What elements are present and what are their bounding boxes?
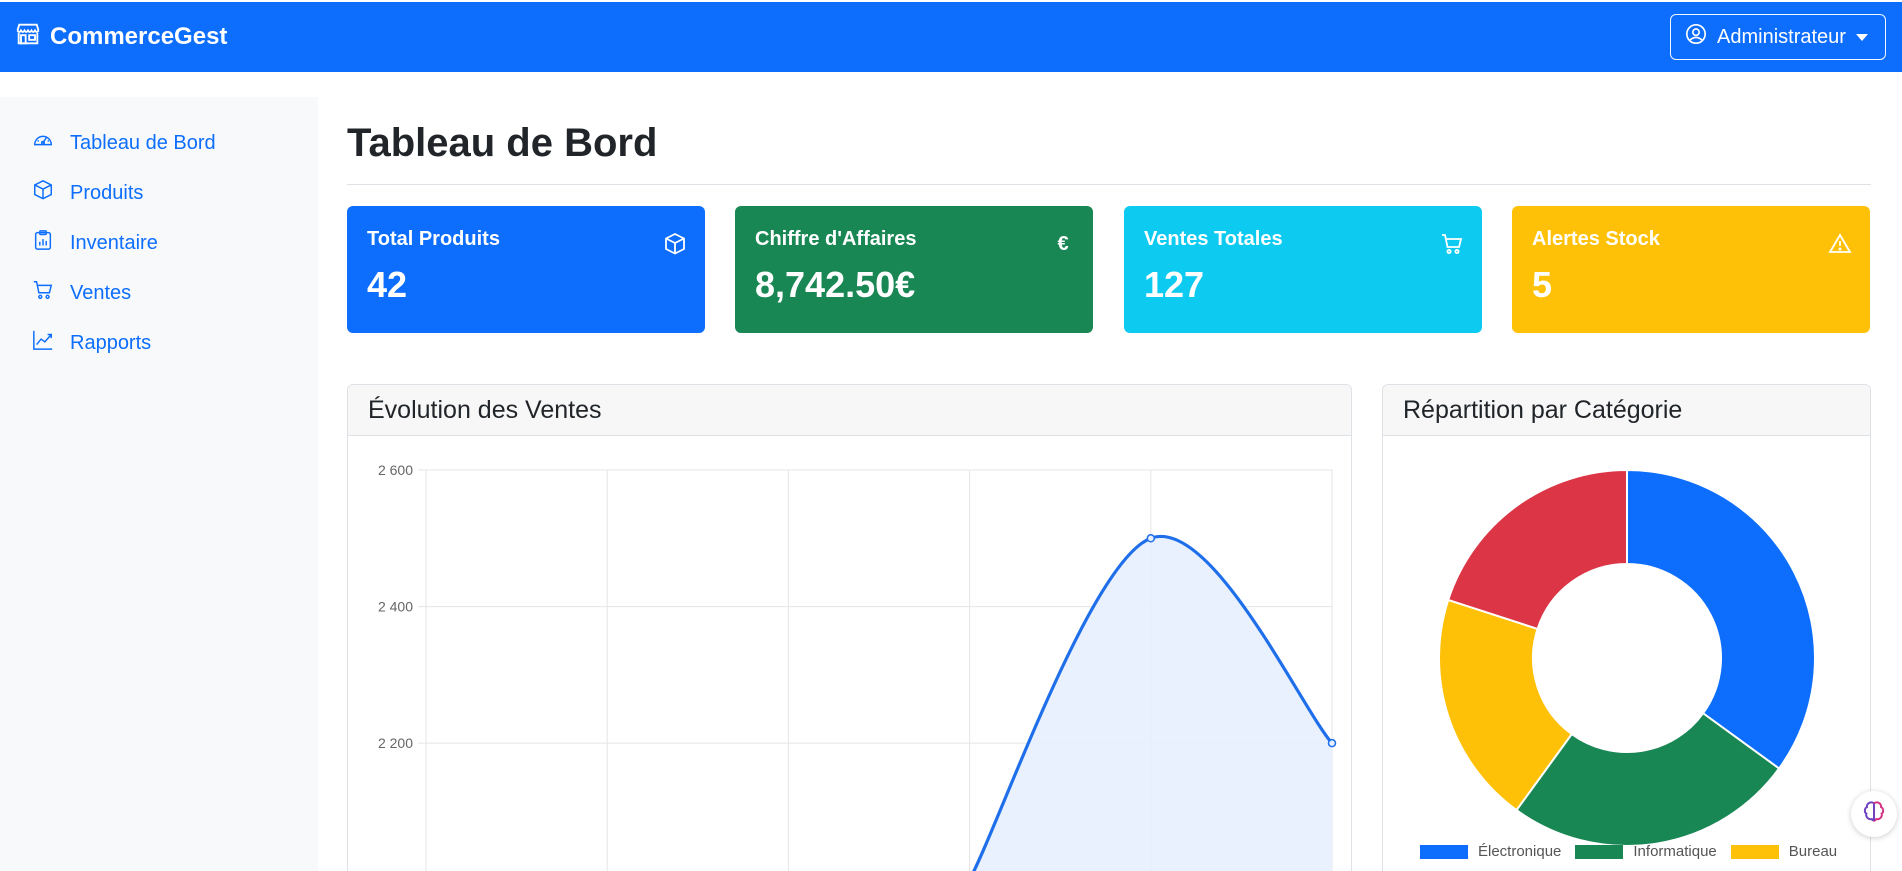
legend-swatch xyxy=(1730,844,1779,859)
y-tick-label: 2 600 xyxy=(378,462,413,478)
data-point xyxy=(1327,738,1337,748)
stat-card-stock-alerts: Alertes Stock 5 xyxy=(1512,206,1870,333)
box-icon xyxy=(32,179,70,207)
sidebar-item-dashboard[interactable]: Tableau de Bord xyxy=(32,128,216,158)
legend-swatch xyxy=(1420,844,1468,859)
title-divider xyxy=(347,184,1871,185)
donut-slice xyxy=(1626,468,1816,770)
y-tick-label: 2 400 xyxy=(378,599,413,615)
sales-chart-panel: Évolution des Ventes 2 0002 2002 4002 60… xyxy=(347,384,1352,871)
box-icon xyxy=(663,232,687,256)
sales-area-fill xyxy=(973,536,1332,871)
stat-label: Chiffre d'Affaires xyxy=(755,228,917,250)
y-tick-label: 2 200 xyxy=(378,735,413,751)
sidebar: Tableau de Bord Produits Inventaire Vent… xyxy=(0,97,318,871)
user-menu-button[interactable]: Administrateur xyxy=(1670,14,1886,60)
stat-card-sales: Ventes Totales 127 xyxy=(1124,206,1482,333)
brain-icon xyxy=(1861,799,1887,830)
legend-label: Informatique xyxy=(1633,843,1717,860)
stat-card-revenue: Chiffre d'Affaires 8,742.50€ € xyxy=(735,206,1093,333)
legend-item[interactable]: Électronique xyxy=(1420,843,1561,860)
page-title: Tableau de Bord xyxy=(347,121,658,165)
donut-slice xyxy=(1446,468,1628,631)
shop-icon xyxy=(14,20,50,55)
stat-label: Alertes Stock xyxy=(1532,228,1660,250)
stat-value: 42 xyxy=(367,264,408,305)
cart-icon xyxy=(1440,232,1464,256)
brand-name: CommerceGest xyxy=(50,23,228,50)
clipboard-data-icon xyxy=(32,229,70,257)
chart-legend: Électronique Informatique Bureau xyxy=(1420,843,1851,860)
sidebar-item-sales[interactable]: Ventes xyxy=(32,278,131,308)
category-donut-chart xyxy=(1438,468,1816,847)
stat-label: Total Produits xyxy=(367,228,500,250)
stat-value: 8,742.50€ xyxy=(755,264,916,305)
speedometer-icon xyxy=(32,129,70,157)
warning-icon xyxy=(1828,232,1852,256)
legend-item[interactable]: Informatique xyxy=(1575,843,1717,860)
caret-down-icon xyxy=(1855,33,1868,41)
sales-line-chart: 2 0002 2002 4002 600 xyxy=(378,462,1337,871)
stat-label: Ventes Totales xyxy=(1144,228,1283,250)
euro-icon: € xyxy=(1057,232,1069,255)
sidebar-item-inventory[interactable]: Inventaire xyxy=(32,228,158,258)
sidebar-item-label: Ventes xyxy=(70,281,132,304)
sidebar-item-label: Tableau de Bord xyxy=(70,131,216,154)
legend-item[interactable]: Bureau xyxy=(1730,843,1838,860)
stat-value: 127 xyxy=(1144,264,1205,305)
user-menu-label: Administrateur xyxy=(1717,25,1846,48)
data-point xyxy=(1146,534,1156,543)
sidebar-item-reports[interactable]: Rapports xyxy=(32,328,151,358)
stat-value: 5 xyxy=(1532,264,1553,305)
top-navbar: CommerceGest Administrateur xyxy=(0,2,1902,72)
cart-icon xyxy=(32,279,70,307)
graph-up-icon xyxy=(32,329,70,357)
sidebar-item-products[interactable]: Produits xyxy=(32,178,143,208)
sidebar-item-label: Produits xyxy=(70,181,144,204)
person-circle-icon xyxy=(1685,23,1717,51)
stat-card-products: Total Produits 42 xyxy=(347,206,705,333)
sidebar-item-label: Rapports xyxy=(70,331,152,354)
brand-link[interactable]: CommerceGest xyxy=(14,22,227,52)
legend-label: Bureau xyxy=(1788,843,1838,860)
category-chart-panel: Répartition par Catégorie Électronique In… xyxy=(1382,384,1871,871)
sidebar-item-label: Inventaire xyxy=(70,231,158,254)
assistant-button[interactable] xyxy=(1851,791,1897,837)
legend-label: Électronique xyxy=(1478,843,1562,860)
legend-swatch xyxy=(1575,844,1624,859)
